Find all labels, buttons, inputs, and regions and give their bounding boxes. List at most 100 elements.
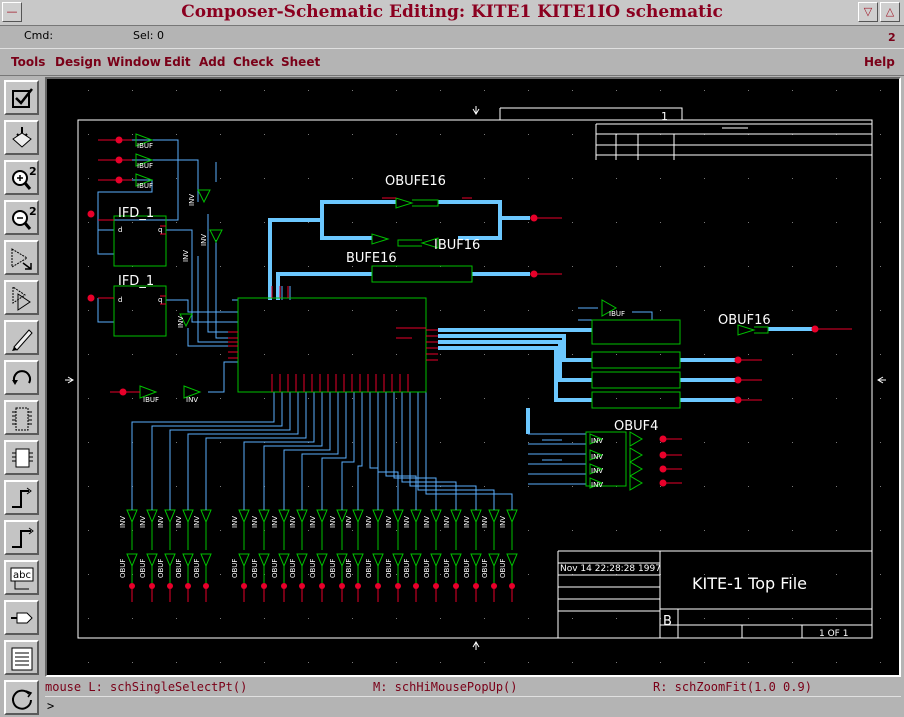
check-save-button[interactable] bbox=[4, 80, 39, 115]
property-button[interactable] bbox=[4, 640, 39, 675]
add-instance-button[interactable] bbox=[4, 400, 39, 435]
add-pin-button[interactable] bbox=[4, 600, 39, 635]
label-inv-bottom: INV bbox=[365, 516, 373, 528]
label-inv-bottom: INV bbox=[271, 516, 279, 528]
label-inv-bottom: INV bbox=[309, 516, 317, 528]
title-block-sheet: 1 OF 1 bbox=[819, 629, 848, 639]
svg-text:q: q bbox=[158, 296, 162, 304]
mouse-right-binding: R: schZoomFit(1.0 0.9) bbox=[653, 680, 812, 694]
title-block-revision: B bbox=[663, 614, 672, 629]
svg-text:2: 2 bbox=[29, 205, 37, 218]
mouse-binding-bar: mouse L: schSingleSelectPt() M: schHiMou… bbox=[45, 678, 901, 695]
label-ibuf-5: IBUF bbox=[609, 310, 625, 318]
add-component-icon bbox=[12, 448, 33, 468]
svg-text:q: q bbox=[158, 226, 162, 234]
menu-window[interactable]: Window bbox=[107, 55, 161, 69]
title-block-date: Nov 14 22:28:28 1997 bbox=[560, 564, 661, 574]
rotate-icon bbox=[12, 689, 33, 710]
label-obuf-bottom: OBUF bbox=[481, 559, 489, 578]
zoom-out-button[interactable]: 2 bbox=[4, 200, 39, 235]
save-button[interactable] bbox=[4, 120, 39, 155]
add-label-button[interactable]: abc bbox=[4, 560, 39, 595]
command-status-bar: Cmd: Sel: 0 2 bbox=[0, 26, 904, 46]
label-obuf-bottom: OBUF bbox=[309, 559, 317, 578]
label-obuf-bottom: OBUF bbox=[329, 559, 337, 578]
output-buffer-4: INV OBUF bbox=[175, 502, 194, 602]
label-obuf-bottom: OBUF bbox=[403, 559, 411, 578]
output-buffer-17: INV OBUF bbox=[443, 502, 462, 602]
output-buffer-2: INV OBUF bbox=[139, 502, 158, 602]
label-inv-vert-4: INV bbox=[177, 316, 185, 328]
label-obuf4: OBUF4 bbox=[614, 419, 658, 434]
label-inv-obuf4-4: INV bbox=[591, 481, 603, 489]
label-obuf-bottom: OBUF bbox=[251, 559, 259, 578]
obuf16-block-1 bbox=[591, 319, 681, 345]
undo-button[interactable] bbox=[4, 360, 39, 395]
minimize-button[interactable]: ▽ bbox=[858, 2, 878, 22]
label-ibuf16: IBUF16 bbox=[434, 238, 480, 253]
add-label-icon: abc bbox=[10, 567, 34, 590]
output-buffer-10: INV OBUF bbox=[309, 502, 328, 602]
label-inv-obuf4-2: INV bbox=[591, 453, 603, 461]
label-inv-bottom: INV bbox=[193, 516, 201, 528]
menu-add[interactable]: Add bbox=[199, 55, 225, 69]
svg-text:d: d bbox=[118, 226, 122, 234]
label-obuf16: OBUF16 bbox=[718, 313, 771, 328]
undo-icon bbox=[12, 370, 31, 385]
rotate-button[interactable] bbox=[4, 680, 39, 715]
copy-button[interactable] bbox=[4, 280, 39, 315]
title-strip-number: 1 bbox=[661, 110, 668, 123]
label-inv-bottom: INV bbox=[329, 516, 337, 528]
label-obuf-bottom: OBUF bbox=[345, 559, 353, 578]
add-instance-icon bbox=[12, 407, 32, 431]
zoom-in-button[interactable]: 2 bbox=[4, 160, 39, 195]
label-inv-obuf4-1: INV bbox=[591, 437, 603, 445]
label-obuf-bottom: OBUF bbox=[499, 559, 507, 578]
tool-palette: 2 2 abc bbox=[0, 76, 44, 717]
stretch-button[interactable] bbox=[4, 240, 39, 275]
cmd-label: Cmd: bbox=[24, 29, 54, 42]
menu-bar: Tools Design Window Edit Add Check Sheet… bbox=[0, 48, 904, 76]
menu-edit[interactable]: Edit bbox=[164, 55, 191, 69]
output-buffer-5: INV OBUF bbox=[193, 502, 212, 602]
label-ibuf-4: IBUF bbox=[143, 396, 159, 404]
label-obuf-bottom: OBUF bbox=[139, 559, 147, 578]
output-buffer-7: INV OBUF bbox=[251, 502, 270, 602]
add-wire-button[interactable] bbox=[4, 480, 39, 515]
output-buffer-16: INV OBUF bbox=[423, 502, 442, 602]
label-inv-bottom: INV bbox=[251, 516, 259, 528]
add-component-button[interactable] bbox=[4, 440, 39, 475]
menu-tools[interactable]: Tools bbox=[11, 55, 45, 69]
label-inv-bottom: INV bbox=[443, 516, 451, 528]
label-obufe16: OBUFE16 bbox=[385, 174, 446, 189]
pencil-button[interactable] bbox=[4, 320, 39, 355]
add-pin-icon bbox=[11, 612, 33, 624]
label-inv-bottom: INV bbox=[139, 516, 147, 528]
command-line[interactable]: > bbox=[45, 696, 901, 716]
label-ifd-1: IFD_1 bbox=[118, 206, 154, 221]
schematic-canvas[interactable]: 1 Nov 14 22:28:28 1997 KITE-1 Top File B… bbox=[45, 77, 901, 677]
output-buffer-1: INV OBUF bbox=[119, 502, 138, 602]
output-buffer-12: INV OBUF bbox=[345, 502, 364, 602]
add-wire-name-button[interactable] bbox=[4, 520, 39, 555]
window-number: 2 bbox=[888, 31, 896, 44]
svg-text:d: d bbox=[118, 296, 122, 304]
menu-design[interactable]: Design bbox=[55, 55, 102, 69]
output-buffer-18: INV OBUF bbox=[463, 502, 482, 602]
menu-sheet[interactable]: Sheet bbox=[281, 55, 320, 69]
menu-help[interactable]: Help bbox=[864, 55, 895, 69]
save-icon bbox=[12, 127, 32, 148]
label-inv-bottom: INV bbox=[481, 516, 489, 528]
label-obuf-bottom: OBUF bbox=[365, 559, 373, 578]
output-buffer-20: INV OBUF bbox=[499, 502, 518, 602]
label-obuf-bottom: OBUF bbox=[119, 559, 127, 578]
label-obuf-bottom: OBUF bbox=[463, 559, 471, 578]
mouse-middle-binding: M: schHiMousePopUp() bbox=[373, 680, 518, 694]
label-inv-vert-3: INV bbox=[182, 250, 190, 262]
label-inv-vert-2: INV bbox=[200, 234, 208, 246]
maximize-button[interactable]: △ bbox=[880, 2, 900, 22]
label-obuf-bottom: OBUF bbox=[175, 559, 183, 578]
label-obuf-bottom: OBUF bbox=[193, 559, 201, 578]
menu-check[interactable]: Check bbox=[233, 55, 274, 69]
output-buffer-3: INV OBUF bbox=[157, 502, 176, 602]
